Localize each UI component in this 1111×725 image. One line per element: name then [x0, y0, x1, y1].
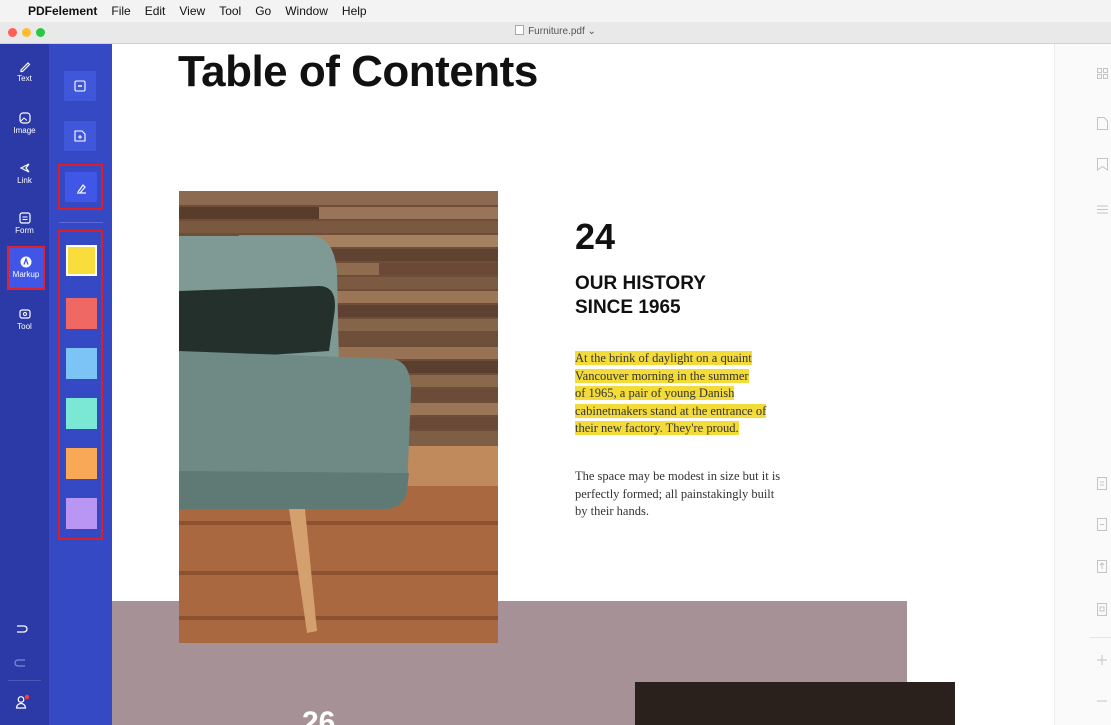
highlighted-text-line[interactable]: At the brink of daylight on a quaint	[575, 351, 752, 365]
sidebar-item-link[interactable]: Link	[4, 154, 45, 198]
app-name[interactable]: PDFelement	[28, 4, 97, 18]
color-swatch-red[interactable]	[66, 298, 97, 329]
color-swatch-orange[interactable]	[66, 448, 97, 479]
menu-window[interactable]: Window	[285, 4, 328, 18]
highlight-tool-callout	[58, 164, 103, 210]
armchair-photo	[179, 191, 498, 643]
sidebar-item-label: Link	[17, 176, 32, 185]
insert-tool-button[interactable]	[64, 121, 96, 151]
heading-line: OUR HISTORY	[575, 273, 706, 294]
compress-icon[interactable]	[1097, 603, 1107, 616]
tool-icon	[18, 309, 31, 319]
highlighted-text-line[interactable]: cabinetmakers stand at the entrance of	[575, 403, 767, 418]
sidebar-item-text[interactable]: Text	[4, 52, 45, 96]
highlighted-text-line[interactable]: Vancouver morning in the summer	[575, 368, 749, 383]
pencil-icon	[19, 62, 30, 73]
sidebar-item-label: Text	[17, 74, 32, 83]
sidebar-item-label: Markup	[12, 270, 40, 279]
link-icon	[19, 163, 29, 173]
sidebar-item-form[interactable]: Form	[4, 204, 45, 248]
menu-edit[interactable]: Edit	[145, 4, 166, 18]
menu-help[interactable]: Help	[342, 4, 367, 18]
color-palette	[58, 230, 103, 540]
sidebar-item-image[interactable]: Image	[4, 104, 45, 148]
share-icon[interactable]	[1097, 560, 1107, 573]
sidebar-item-label: Form	[15, 226, 34, 235]
document-title-text: Furniture.pdf ⌄	[528, 26, 596, 37]
page-image-dark	[635, 682, 955, 725]
next-page-number: 26	[302, 706, 336, 725]
section-heading: OUR HISTORY SINCE 1965	[575, 272, 706, 320]
menu-file[interactable]: File	[111, 4, 130, 18]
sidebar-divider	[8, 680, 41, 681]
sidebar-item-label: Tool	[17, 322, 32, 331]
account-icon[interactable]	[14, 694, 30, 710]
body-paragraph[interactable]: The space may be modest in size but it i…	[575, 468, 845, 521]
page-title: Table of Contents	[178, 47, 538, 96]
sidebar-item-markup[interactable]: Markup	[7, 246, 45, 290]
textbox-tool-button[interactable]	[64, 71, 96, 101]
highlight-icon	[76, 183, 86, 194]
left-sidebar: Text Image Link Form Markup Tool	[0, 44, 49, 725]
outline-icon[interactable]	[1097, 205, 1108, 214]
highlighted-paragraph[interactable]: At the brink of daylight on a quaint Van…	[575, 350, 845, 438]
markup-toolbar	[49, 44, 112, 725]
color-swatch-blue[interactable]	[66, 348, 97, 379]
image-icon	[18, 112, 31, 124]
highlighted-text-line[interactable]: of 1965, a pair of young Danish	[575, 386, 735, 400]
zoom-in-icon[interactable]	[1097, 655, 1107, 665]
body-text-line: The space may be modest in size but it i…	[575, 469, 781, 483]
menu-go[interactable]: Go	[255, 4, 271, 18]
toolbar-divider	[59, 222, 103, 223]
highlight-tool-button[interactable]	[65, 172, 97, 202]
redo-icon[interactable]	[14, 656, 28, 668]
insert-icon	[74, 130, 86, 142]
heading-line: SINCE 1965	[575, 297, 681, 318]
menu-bar: PDFelement File Edit View Tool Go Window…	[0, 0, 1111, 22]
body-text-line: by their hands.	[575, 504, 649, 518]
form-icon	[18, 212, 31, 224]
menu-view[interactable]: View	[179, 4, 205, 18]
document-canvas[interactable]: 26 Table of Contents 24 OUR HISTORY SINC…	[112, 44, 1054, 725]
sidebar-item-label: Image	[13, 126, 36, 135]
document-title[interactable]: Furniture.pdf ⌄	[0, 25, 1111, 37]
file-icon	[515, 25, 525, 35]
textbox-icon	[74, 80, 86, 92]
right-panel	[1054, 44, 1111, 725]
color-swatch-teal[interactable]	[66, 398, 97, 429]
thumbnails-icon[interactable]	[1097, 68, 1108, 79]
zoom-out-icon[interactable]	[1097, 700, 1107, 702]
right-panel-divider	[1090, 637, 1111, 638]
undo-icon[interactable]	[14, 622, 28, 634]
color-swatch-yellow[interactable]	[66, 245, 97, 276]
section-page-number: 24	[575, 216, 616, 257]
markup-icon	[20, 256, 32, 268]
color-swatch-purple[interactable]	[66, 498, 97, 529]
highlighted-text-line[interactable]: their new factory. They're proud.	[575, 421, 739, 435]
menu-tool[interactable]: Tool	[219, 4, 241, 18]
body-text-line: perfectly formed; all painstakingly buil…	[575, 486, 775, 501]
export-icon[interactable]	[1097, 477, 1107, 490]
window-titlebar: Furniture.pdf ⌄	[0, 22, 1111, 44]
bookmark-icon[interactable]	[1097, 158, 1108, 171]
sidebar-item-tool[interactable]: Tool	[4, 300, 45, 344]
page-icon[interactable]	[1097, 117, 1108, 130]
print-icon[interactable]	[1097, 518, 1107, 531]
